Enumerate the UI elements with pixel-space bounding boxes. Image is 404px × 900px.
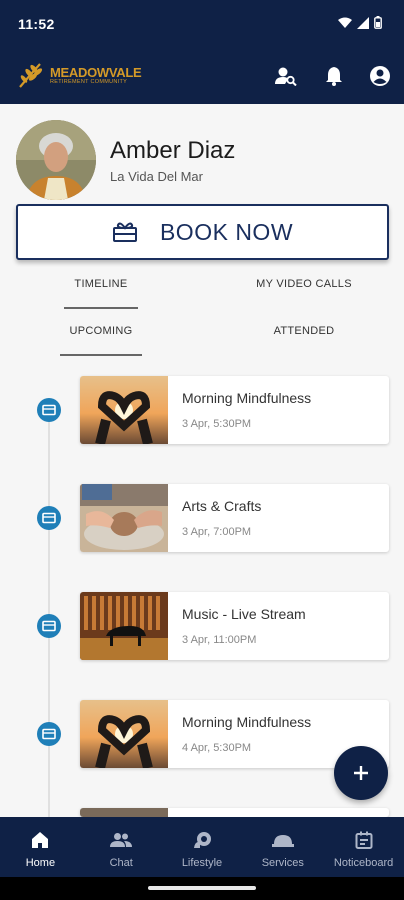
status-time: 11:52 [18,16,55,32]
signal-icon [357,16,369,29]
timeline-dot-event [37,614,61,638]
ticket-icon [42,404,56,416]
avatar[interactable] [16,120,96,200]
person-search-button[interactable] [272,62,300,90]
event-datetime: 3 Apr, 11:00PM [182,634,257,646]
nav-noticeboard[interactable]: Noticeboard [323,817,404,877]
logo-name: MEADOWVALE [50,64,142,80]
nav-chat-label: Chat [109,857,133,869]
nav-lifestyle-label: Lifestyle [181,857,223,869]
wheat-logo-icon [19,63,43,88]
timeline-dot-event [37,722,61,746]
plus-icon [354,766,368,780]
bell-icon [326,67,342,86]
notifications-button[interactable] [320,62,348,90]
gesture-bar [0,877,404,900]
status-bar: 11:52 [0,0,404,48]
ticket-icon [42,620,56,632]
tab-my-video-calls-label: MY VIDEO CALLS [256,278,352,290]
tab-my-video-calls[interactable]: MY VIDEO CALLS [248,278,360,290]
subtab-upcoming-indicator [60,354,142,356]
book-now-label: BOOK NOW [159,218,294,245]
app-bar: MEADOWVALE RETIREMENT COMMUNITY [0,48,404,104]
event-datetime: 3 Apr, 7:00PM [182,526,252,538]
nav-home[interactable]: Home [0,817,81,877]
community-logo[interactable]: MEADOWVALE RETIREMENT COMMUNITY [16,60,142,90]
tab-timeline[interactable]: TIMELINE [64,278,138,309]
event-thumbnail-pottery [80,484,168,552]
nav-chat[interactable]: Chat [81,817,162,877]
home-icon [32,832,49,848]
event-title: Music - Live Stream [182,606,306,622]
nav-services-label: Services [261,857,304,869]
system-icons [338,16,382,29]
profile-name: Amber Diaz [110,136,236,164]
avatar-photo [16,120,96,200]
event-title: Morning Mindfulness [182,390,312,406]
event-card[interactable]: Arts & Crafts 3 Apr, 7:00PM [80,484,389,552]
event-card-partial[interactable] [80,808,389,817]
event-datetime: 4 Apr, 5:30PM [182,742,252,754]
event-thumbnail-hands-heart [80,376,168,444]
timeline-dot-event [37,506,61,530]
gift-icon [112,222,137,242]
nav-noticeboard-label: Noticeboard [333,857,394,869]
event-title: Arts & Crafts [182,498,262,514]
tab-timeline-indicator [64,307,138,309]
add-fab-button[interactable] [334,746,388,800]
lifestyle-icon [193,832,211,848]
event-thumbnail-partial [80,808,168,817]
book-now-button[interactable]: BOOK NOW [16,204,389,260]
subtab-upcoming-label: UPCOMING [69,325,133,337]
noticeboard-icon [355,831,373,849]
people-icon [110,833,133,847]
ticket-icon [42,728,56,740]
event-card[interactable]: Morning Mindfulness 3 Apr, 5:30PM [80,376,389,444]
event-thumbnail-hands-heart [80,700,168,768]
account-button[interactable] [366,62,394,90]
event-title: Morning Mindfulness [182,714,312,730]
event-datetime: 3 Apr, 5:30PM [182,418,252,430]
nav-services[interactable]: Services [242,817,323,877]
battery-icon [374,16,382,29]
nav-lifestyle[interactable]: Lifestyle [162,817,243,877]
profile-community: La Vida Del Mar [110,168,203,184]
person-search-icon [275,67,297,86]
profile-header: Amber Diaz La Vida Del Mar [16,120,235,200]
home-indicator[interactable] [148,886,256,890]
subtab-attended[interactable]: ATTENDED [262,325,346,337]
nav-home-label: Home [25,857,56,869]
bottom-nav: Home Chat Lifestyle Services Noticeboard [0,817,404,877]
tab-timeline-label: TIMELINE [74,278,128,290]
timeline-dot-event [37,398,61,422]
ticket-icon [42,512,56,524]
event-card[interactable]: Music - Live Stream 3 Apr, 11:00PM [80,592,389,660]
event-thumbnail-piano [80,592,168,660]
account-icon [370,66,390,86]
subtab-attended-label: ATTENDED [273,325,335,337]
services-icon [271,835,294,847]
wifi-icon [338,17,352,28]
subtab-upcoming[interactable]: UPCOMING [60,325,142,356]
